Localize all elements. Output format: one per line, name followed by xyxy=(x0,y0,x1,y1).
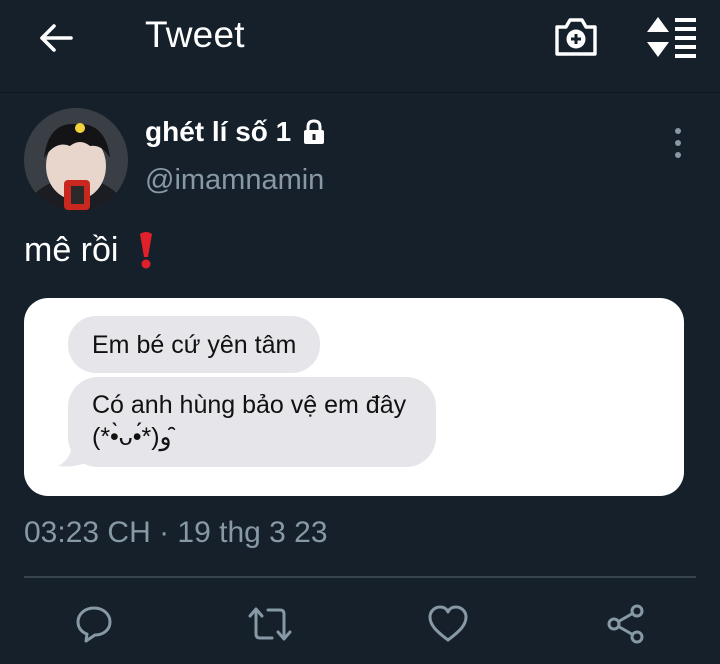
profile-photo xyxy=(24,108,128,212)
retweet-icon xyxy=(248,607,292,641)
chat-bubble: Có anh hùng bảo vệ em đây (*•̀ᴗ•́*)و ̑̑ xyxy=(68,377,436,467)
share-icon xyxy=(607,604,644,644)
back-button[interactable] xyxy=(34,18,78,58)
app-header: Tweet xyxy=(0,0,720,93)
camera-button[interactable] xyxy=(553,14,599,60)
heart-icon xyxy=(428,605,468,642)
more-options-button[interactable] xyxy=(664,124,692,162)
user-name-row: ghét lí số 1 xyxy=(145,116,327,148)
tweet-text-content: mê rồi xyxy=(24,230,119,269)
sort-button[interactable] xyxy=(644,14,698,60)
tweet-text: mê rồi xyxy=(24,230,154,270)
tweet-timestamp: 03:23 CH · 19 thg 3 23 xyxy=(24,516,328,549)
retweet-button[interactable] xyxy=(244,598,296,650)
avatar[interactable] xyxy=(24,108,128,212)
red-exclamation-icon xyxy=(140,232,153,269)
divider xyxy=(24,576,696,578)
chat-bubble: Em bé cứ yên tâm xyxy=(68,316,321,373)
share-button[interactable] xyxy=(600,598,652,650)
reply-button[interactable] xyxy=(68,598,120,650)
camera-add-icon xyxy=(555,18,597,56)
tweet-image[interactable]: Em bé cứ yên tâm Có anh hùng bảo vệ em đ… xyxy=(24,298,684,496)
display-name[interactable]: ghét lí số 1 xyxy=(145,116,291,148)
page-title: Tweet xyxy=(145,14,245,55)
user-handle[interactable]: @imamnamin xyxy=(145,164,324,197)
reply-icon xyxy=(76,606,112,643)
lock-icon xyxy=(304,119,325,144)
sort-list-icon xyxy=(647,17,696,58)
bubble-tail xyxy=(58,446,88,467)
more-vertical-icon xyxy=(675,128,681,158)
arrow-left-icon xyxy=(40,24,73,52)
like-button[interactable] xyxy=(422,598,474,650)
